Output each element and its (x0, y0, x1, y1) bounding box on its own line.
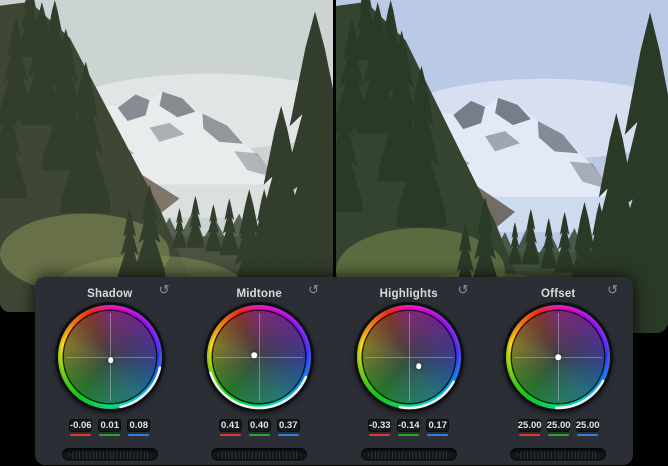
color-wheel-offset[interactable] (503, 302, 613, 412)
green-channel-bar (548, 434, 569, 436)
color-wheels-panel: Shadow ↺ -0.06 0.01 0.08 Midtone ↺ (35, 277, 633, 465)
wheel-section-midtone: Midtone ↺ 0.41 0.40 0.37 (185, 277, 335, 465)
reset-icon[interactable]: ↺ (607, 283, 618, 297)
wheel-section-offset: Offset ↺ 25.00 25.00 25.00 (484, 277, 634, 465)
wheel-indicator-dot[interactable] (556, 354, 562, 360)
wheel-indicator-dot[interactable] (416, 363, 422, 369)
slider-ticks (517, 451, 599, 459)
crosshair-v (409, 313, 410, 401)
master-wheel-slider[interactable] (361, 448, 457, 461)
color-wheel-midtone[interactable] (204, 302, 314, 412)
wheel-indicator-dot[interactable] (108, 357, 114, 363)
wheel-title: Offset (541, 288, 575, 300)
color-wheel-shadow[interactable] (55, 302, 165, 412)
before-image (0, 0, 333, 312)
slider-ticks (368, 451, 450, 459)
rgb-values: -0.06 0.01 0.08 (69, 419, 150, 436)
reset-icon[interactable]: ↺ (458, 283, 469, 297)
blue-channel-bar (128, 434, 149, 436)
reset-icon[interactable]: ↺ (308, 283, 319, 297)
wheel-title: Midtone (237, 288, 282, 300)
red-channel-bar (70, 434, 91, 436)
wheel-indicator-dot[interactable] (252, 352, 258, 358)
wheel-section-shadow: Shadow ↺ -0.06 0.01 0.08 (35, 277, 185, 465)
wheel-title: Highlights (380, 288, 438, 300)
green-channel-bar (398, 434, 419, 436)
rgb-value-blue[interactable]: 25.00 (576, 419, 599, 432)
crosshair-v (259, 313, 260, 401)
rgb-values: 0.41 0.40 0.37 (219, 419, 300, 436)
green-channel-bar (249, 434, 270, 436)
red-channel-bar (369, 434, 390, 436)
blue-channel-bar (427, 434, 448, 436)
red-channel-bar (220, 434, 241, 436)
rgb-values: -0.33 -0.14 0.17 (368, 419, 449, 436)
master-wheel-slider[interactable] (62, 448, 158, 461)
rgb-value-green[interactable]: 25.00 (547, 419, 570, 432)
color-wheel-highlights[interactable] (354, 302, 464, 412)
rgb-value-green[interactable]: -0.14 (397, 419, 420, 432)
slider-ticks (218, 451, 300, 459)
slider-ticks (69, 451, 151, 459)
rgb-value-blue[interactable]: 0.17 (426, 419, 449, 432)
rgb-values: 25.00 25.00 25.00 (518, 419, 599, 436)
rgb-value-red[interactable]: -0.33 (368, 419, 391, 432)
master-wheel-slider[interactable] (211, 448, 307, 461)
rgb-value-blue[interactable]: 0.08 (127, 419, 150, 432)
blue-channel-bar (278, 434, 299, 436)
red-channel-bar (519, 434, 540, 436)
rgb-value-red[interactable]: 0.41 (219, 419, 242, 432)
rgb-value-blue[interactable]: 0.37 (277, 419, 300, 432)
wheel-title: Shadow (87, 288, 132, 300)
reset-icon[interactable]: ↺ (159, 283, 170, 297)
wheel-section-highlights: Highlights ↺ -0.33 -0.14 0.17 (334, 277, 484, 465)
rgb-value-red[interactable]: -0.06 (69, 419, 92, 432)
blue-channel-bar (577, 434, 598, 436)
green-channel-bar (99, 434, 120, 436)
rgb-value-green[interactable]: 0.01 (98, 419, 121, 432)
rgb-value-green[interactable]: 0.40 (248, 419, 271, 432)
rgb-value-red[interactable]: 25.00 (518, 419, 541, 432)
master-wheel-slider[interactable] (510, 448, 606, 461)
